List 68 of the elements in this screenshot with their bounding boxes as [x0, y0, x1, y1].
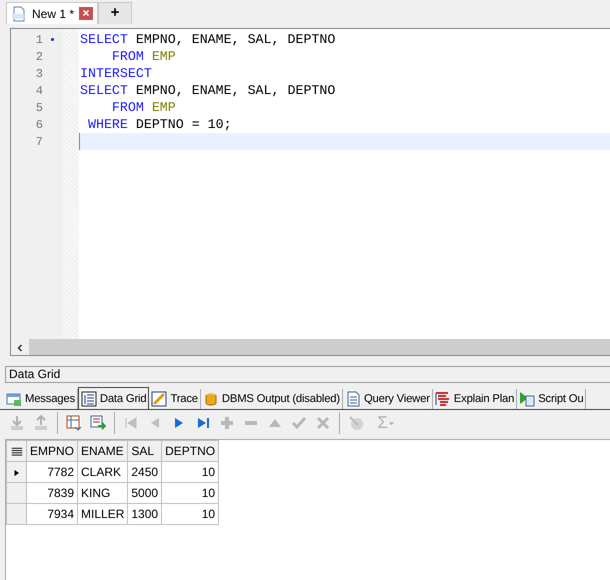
- result-tab[interactable]: Trace: [149, 389, 201, 409]
- grid-swap-icon: [66, 415, 82, 431]
- pencil-icon: [151, 391, 168, 407]
- result-tab[interactable]: Messages: [4, 389, 78, 409]
- export-grid-icon: [90, 415, 106, 431]
- result-tab[interactable]: DBMS Output (disabled): [200, 389, 343, 409]
- select-all-cell[interactable]: [6, 440, 26, 462]
- table-cell: 10: [162, 462, 219, 482]
- list-icon: [10, 446, 22, 458]
- cache-icon: [348, 415, 364, 431]
- horizontal-scrollbar[interactable]: [11, 339, 610, 355]
- last-record-icon: [195, 415, 211, 431]
- column-header[interactable]: SAL: [128, 440, 162, 462]
- grid-icon: [80, 391, 97, 407]
- code-editor[interactable]: 1 2 3 4 5 6 7 SELECT EMPNO, ENAME, SAL, DEPTNO FROM EMP INTERSECT SELECT EMPNO, ENAME, SAL, DEPTNO FROM EMP WHERE DEPTNO = 10;: [10, 28, 610, 356]
- table-cell: 7934: [26, 504, 78, 524]
- new-tab-button[interactable]: +: [98, 2, 132, 24]
- table-cell: 2450: [128, 462, 162, 482]
- upload-icon: [33, 415, 49, 431]
- code-line: FROM EMP: [110, 48, 177, 65]
- row-indicator[interactable]: [6, 462, 26, 482]
- sql-file-icon: [11, 6, 27, 22]
- code-line: SELECT EMPNO, ENAME, SAL, DEPTNO: [79, 82, 336, 99]
- code-line: SELECT EMPNO, ENAME, SAL, DEPTNO: [79, 31, 336, 48]
- message-window-icon: [6, 391, 22, 407]
- line-number: 2: [34, 48, 43, 66]
- code-line: FROM EMP: [110, 99, 177, 116]
- plus-icon: [219, 415, 235, 431]
- line-number: 4: [34, 82, 43, 100]
- first-record-icon: [123, 415, 139, 431]
- table-cell: CLARK: [78, 462, 128, 482]
- panel-title: Data Grid: [5, 366, 610, 383]
- document-icon: [344, 391, 361, 407]
- line-number: 5: [34, 100, 43, 116]
- result-tab[interactable]: Query Viewer: [342, 389, 433, 409]
- line-number: 1: [34, 32, 43, 48]
- table-cell: 10: [162, 504, 219, 524]
- table-cell: 7839: [26, 482, 78, 504]
- scroll-left-button[interactable]: [11, 339, 29, 355]
- result-tab[interactable]: Explain Plan: [432, 389, 518, 409]
- table-cell: KING: [78, 482, 128, 504]
- cross-icon: [315, 415, 331, 431]
- play-document-icon: [519, 391, 536, 407]
- result-tab[interactable]: Data Grid: [78, 387, 150, 409]
- table-cell: 5000: [128, 482, 162, 504]
- column-header[interactable]: ENAME: [78, 440, 128, 462]
- code-line: INTERSECT: [79, 65, 153, 82]
- current-row-icon: [12, 468, 20, 478]
- column-header[interactable]: EMPNO: [26, 440, 78, 462]
- editor-tab[interactable]: New 1 *: [6, 2, 98, 24]
- chevron-left-icon: [16, 344, 24, 352]
- close-tab-button[interactable]: [79, 7, 94, 20]
- table-cell: 7782: [26, 462, 78, 482]
- code-line: WHERE DEPTNO = 10;: [86, 116, 233, 133]
- column-header[interactable]: DEPTNO: [162, 440, 219, 462]
- database-icon: [202, 391, 219, 407]
- line-number: 7: [34, 134, 43, 150]
- caret-down-icon: [388, 420, 395, 426]
- checkmark-icon: [291, 415, 307, 431]
- line-number: 6: [34, 116, 43, 134]
- line-number: 3: [34, 66, 43, 82]
- bar-plan-icon: [434, 391, 451, 407]
- table-cell: 10: [162, 482, 219, 504]
- result-tab[interactable]: Script Ou: [517, 389, 586, 409]
- close-icon: [82, 9, 90, 18]
- table-cell: MILLER: [78, 504, 128, 524]
- download-icon: [9, 415, 25, 431]
- table-cell: 1300: [128, 504, 162, 524]
